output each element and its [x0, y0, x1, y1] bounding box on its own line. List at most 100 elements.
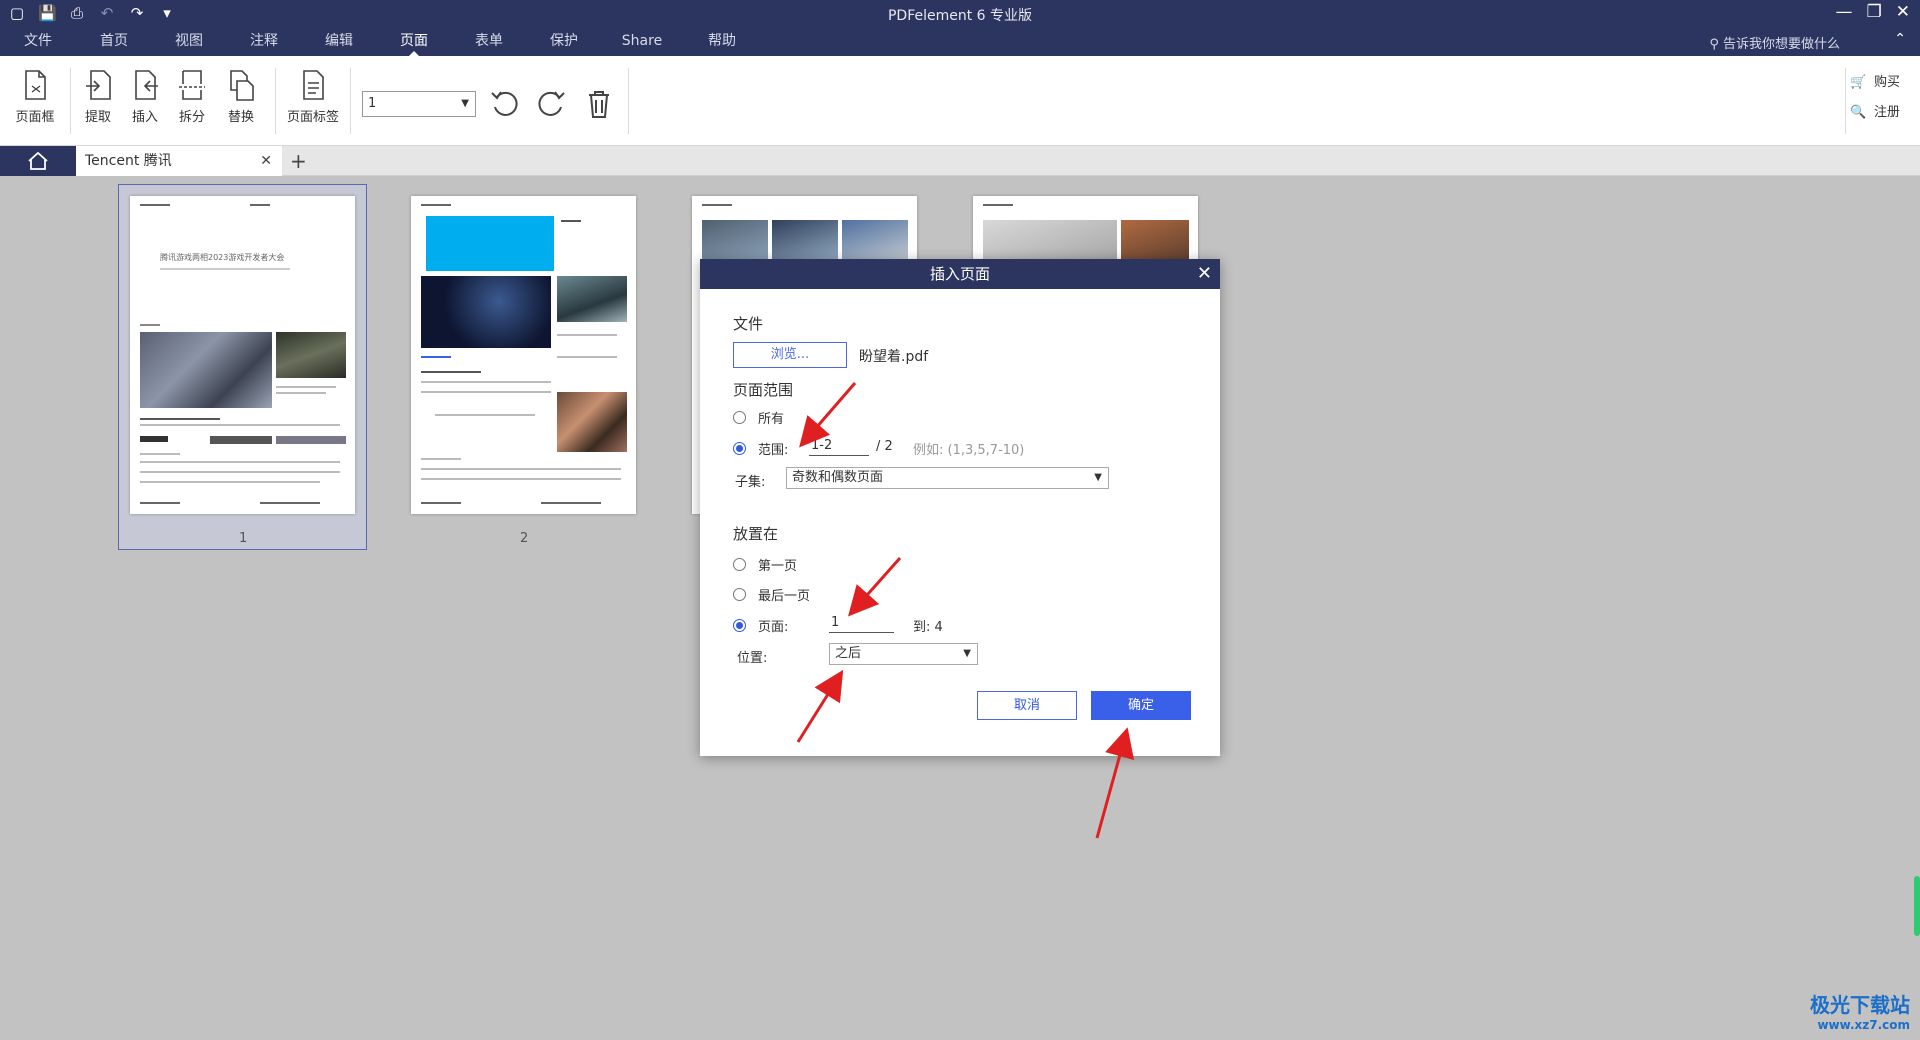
range-section-title: 页面范围: [733, 381, 794, 399]
page-label-icon: [303, 70, 324, 100]
page-label-button[interactable]: 页面标签: [283, 68, 343, 125]
text-line: [421, 478, 621, 480]
subset-label: 子集:: [735, 475, 766, 490]
subset-select[interactable]: 奇数和偶数页面 ▼: [786, 467, 1109, 489]
document-tab[interactable]: Tencent 腾讯 ✕: [76, 146, 282, 176]
ribbon-separator: [1845, 68, 1846, 134]
dialog-header: 插入页面 ✕: [700, 259, 1220, 289]
page-thumbnail-1[interactable]: 腾讯游戏两相2023游戏开发者大会: [130, 196, 355, 514]
replace-icon: [230, 70, 254, 101]
place-page-option[interactable]: 页面:: [733, 616, 788, 635]
rotate-left-icon[interactable]: [488, 87, 522, 121]
page-thumbnail-2[interactable]: [411, 196, 636, 514]
buy-label: 购买: [1873, 75, 1900, 90]
text-line: [140, 461, 340, 463]
extract-icon: [86, 70, 111, 100]
place-section-title: 放置在: [733, 525, 779, 543]
radio-last-page[interactable]: [733, 588, 746, 601]
range-all-option[interactable]: 所有: [733, 408, 784, 427]
scroll-indicator[interactable]: [1914, 876, 1920, 936]
page-number-label: 2: [520, 531, 529, 546]
text-line: [421, 356, 451, 358]
range-custom-option[interactable]: 范围:: [733, 439, 788, 458]
insert-pages-dialog: 插入页面 ✕ 文件 浏览... 盼望着.pdf 页面范围 所有 范围: 1-2 …: [700, 259, 1220, 756]
photo-image: [557, 276, 627, 322]
browse-button[interactable]: 浏览...: [733, 342, 847, 368]
text-line: [421, 468, 621, 470]
buy-button[interactable]: 🛒 购买: [1850, 70, 1900, 100]
text-line: [140, 453, 180, 455]
tell-me-text: 告诉我你想要做什么: [1722, 37, 1840, 52]
menu-file[interactable]: 文件: [0, 30, 76, 56]
insert-icon: [135, 70, 158, 100]
close-tab-icon[interactable]: ✕: [260, 146, 272, 176]
extract-button[interactable]: 提取: [73, 68, 123, 125]
insert-button[interactable]: 插入: [120, 68, 170, 125]
document-tab-row: Tencent 腾讯 ✕ +: [0, 146, 1920, 176]
photo-image: [557, 392, 627, 452]
minimize-icon[interactable]: —: [1836, 2, 1853, 22]
split-button[interactable]: 拆分: [167, 68, 217, 125]
radio-page-label: 页面:: [758, 620, 789, 635]
page-box-button[interactable]: 页面框: [10, 68, 60, 125]
menu-protect[interactable]: 保护: [526, 30, 602, 56]
page-box-label: 页面框: [15, 110, 55, 125]
text-line: [435, 414, 535, 416]
radio-all[interactable]: [733, 411, 746, 424]
position-select[interactable]: 之后 ▼: [829, 643, 978, 665]
radio-first-page[interactable]: [733, 558, 746, 571]
page-number-select[interactable]: 1 ▼: [362, 91, 476, 117]
menu-comment[interactable]: 注释: [226, 30, 302, 56]
add-tab-button[interactable]: +: [290, 146, 307, 176]
close-icon[interactable]: ✕: [1896, 2, 1910, 22]
page-box-icon: [25, 70, 46, 100]
watermark: 极光下载站 www.xz7.com: [1810, 989, 1910, 1032]
page-input[interactable]: 1: [829, 613, 894, 633]
replace-label: 替换: [227, 110, 254, 125]
register-label: 注册: [1873, 105, 1900, 120]
collapse-ribbon-icon[interactable]: ⌃: [1894, 31, 1906, 47]
menu-form[interactable]: 表单: [452, 30, 526, 56]
cancel-button[interactable]: 取消: [977, 691, 1077, 720]
split-label: 拆分: [178, 110, 205, 125]
menu-help[interactable]: 帮助: [682, 30, 762, 56]
close-dialog-icon[interactable]: ✕: [1197, 259, 1212, 289]
register-button[interactable]: 🔍 注册: [1850, 100, 1900, 130]
buy-register-panel: 🛒 购买 🔍 注册: [1850, 70, 1900, 130]
menu-share[interactable]: Share: [602, 30, 682, 56]
menu-view[interactable]: 视图: [152, 30, 226, 56]
page-header-line: [702, 204, 732, 206]
text-line: [557, 356, 617, 358]
ok-button[interactable]: 确定: [1091, 691, 1191, 720]
text-line: [140, 418, 220, 420]
delete-page-icon[interactable]: [582, 87, 616, 121]
place-last-option[interactable]: 最后一页: [733, 585, 810, 604]
chevron-down-icon: ▼: [461, 98, 469, 109]
photo-image: [842, 220, 908, 260]
rotate-right-icon[interactable]: [534, 87, 568, 121]
position-label: 位置:: [737, 651, 768, 666]
radio-range[interactable]: [733, 442, 746, 455]
page-footer-line: [541, 502, 601, 504]
photo-image: [983, 220, 1117, 260]
home-tab[interactable]: [0, 146, 76, 176]
range-input[interactable]: 1-2: [809, 436, 869, 456]
menu-page[interactable]: 页面: [376, 30, 452, 56]
key-icon: 🔍: [1849, 105, 1867, 120]
menu-home[interactable]: 首页: [76, 30, 152, 56]
chevron-down-icon: ▼: [963, 648, 971, 659]
position-value: 之后: [835, 646, 862, 661]
menu-edit[interactable]: 编辑: [302, 30, 376, 56]
text-line: [421, 381, 551, 383]
radio-page[interactable]: [733, 619, 746, 632]
extract-label: 提取: [84, 110, 111, 125]
photo-image: [140, 332, 272, 408]
radio-first-page-label: 第一页: [758, 559, 798, 574]
replace-button[interactable]: 替换: [216, 68, 266, 125]
tell-me-box[interactable]: ⚲ 告诉我你想要做什么: [1709, 33, 1840, 52]
page-number-value: 1: [368, 96, 377, 111]
restore-icon[interactable]: ❐: [1867, 2, 1882, 22]
photo-image: [426, 216, 554, 271]
dialog-body: 文件 浏览... 盼望着.pdf 页面范围 所有 范围: 1-2 / 2 例如:…: [700, 289, 1220, 756]
place-first-option[interactable]: 第一页: [733, 555, 797, 574]
